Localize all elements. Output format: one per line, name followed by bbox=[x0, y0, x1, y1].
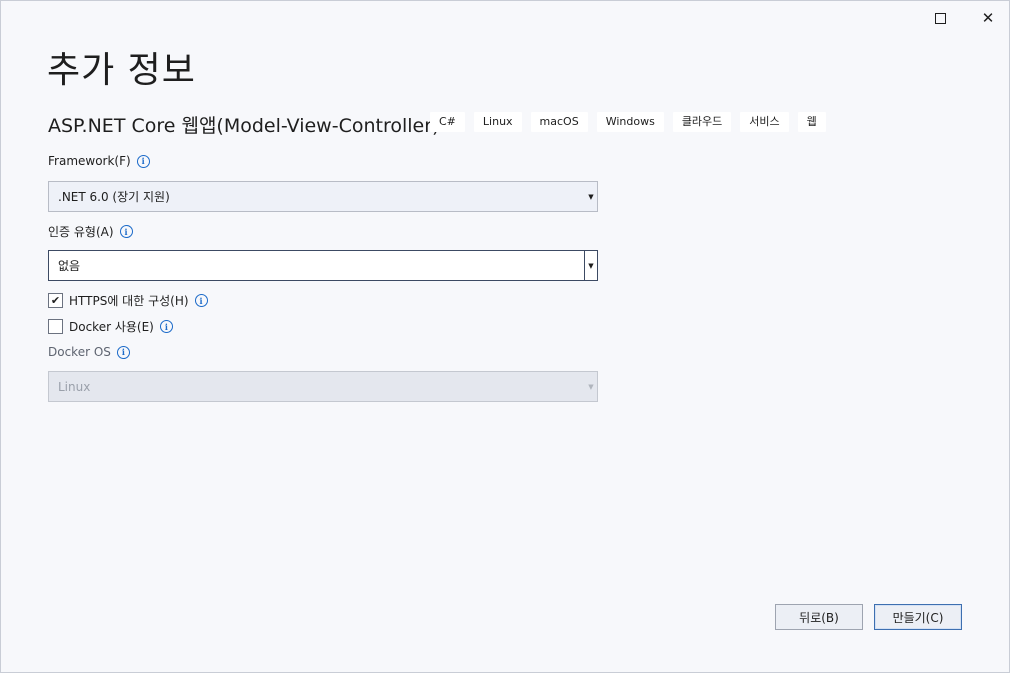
docker-os-label: Docker OS bbox=[48, 345, 111, 359]
tag: 웹 bbox=[797, 112, 826, 132]
maximize-icon bbox=[934, 12, 946, 24]
tag: macOS bbox=[530, 112, 588, 132]
auth-type-value: 없음 bbox=[58, 259, 81, 273]
template-name: ASP.NET Core 웹앱(Model-View-Controller) bbox=[48, 115, 440, 137]
dropdown-arrow-icon[interactable]: ▼ bbox=[585, 182, 597, 211]
info-icon[interactable]: i bbox=[194, 294, 208, 307]
back-button[interactable]: 뒤로(B) bbox=[775, 604, 863, 630]
framework-label: Framework(F) bbox=[48, 154, 131, 168]
tag: Windows bbox=[596, 112, 664, 132]
info-icon[interactable]: i bbox=[116, 345, 130, 359]
dropdown-arrow-icon: ▼ bbox=[588, 382, 594, 391]
info-icon[interactable]: i bbox=[159, 320, 173, 333]
create-button[interactable]: 만들기(C) bbox=[874, 604, 962, 630]
docker-os-label-row: Docker OS i bbox=[48, 345, 130, 359]
framework-select[interactable]: .NET 6.0 (장기 지원) ▼ bbox=[48, 181, 598, 212]
auth-label-row: 인증 유형(A) i bbox=[48, 223, 133, 240]
https-checkbox[interactable]: ✔ bbox=[48, 293, 63, 308]
close-icon: ✕ bbox=[981, 8, 995, 27]
docker-label[interactable]: Docker 사용(E) bbox=[69, 318, 154, 335]
auth-type-select[interactable]: 없음 ▼ bbox=[48, 250, 598, 281]
page-title: 추가 정보 bbox=[47, 50, 196, 91]
close-button[interactable]: ✕ bbox=[965, 5, 1010, 31]
info-icon[interactable]: i bbox=[136, 154, 150, 168]
framework-label-row: Framework(F) i bbox=[48, 154, 150, 168]
tag: Linux bbox=[473, 112, 522, 132]
tag: 서비스 bbox=[740, 112, 789, 132]
info-icon[interactable]: i bbox=[119, 225, 133, 238]
auth-label: 인증 유형(A) bbox=[48, 225, 114, 239]
https-label[interactable]: HTTPS에 대한 구성(H) bbox=[69, 292, 189, 309]
dropdown-arrow-icon[interactable]: ▼ bbox=[584, 251, 597, 280]
docker-checkbox[interactable] bbox=[48, 319, 63, 334]
docker-row: Docker 사용(E) i bbox=[48, 318, 173, 335]
tag: C# bbox=[430, 112, 465, 132]
docker-os-value: Linux bbox=[58, 379, 91, 394]
maximize-button[interactable] bbox=[917, 5, 963, 31]
template-tags: C# Linux macOS Windows 클라우드 서비스 웹 bbox=[430, 112, 826, 132]
tag: 클라우드 bbox=[672, 112, 732, 132]
dialog-window: ✕ 추가 정보 ASP.NET Core 웹앱(Model-View-Contr… bbox=[0, 0, 1010, 673]
https-row: ✔ HTTPS에 대한 구성(H) i bbox=[48, 292, 208, 309]
framework-value: .NET 6.0 (장기 지원) bbox=[58, 190, 170, 204]
checkmark-icon: ✔ bbox=[50, 294, 61, 307]
docker-os-select: Linux ▼ bbox=[48, 371, 598, 402]
